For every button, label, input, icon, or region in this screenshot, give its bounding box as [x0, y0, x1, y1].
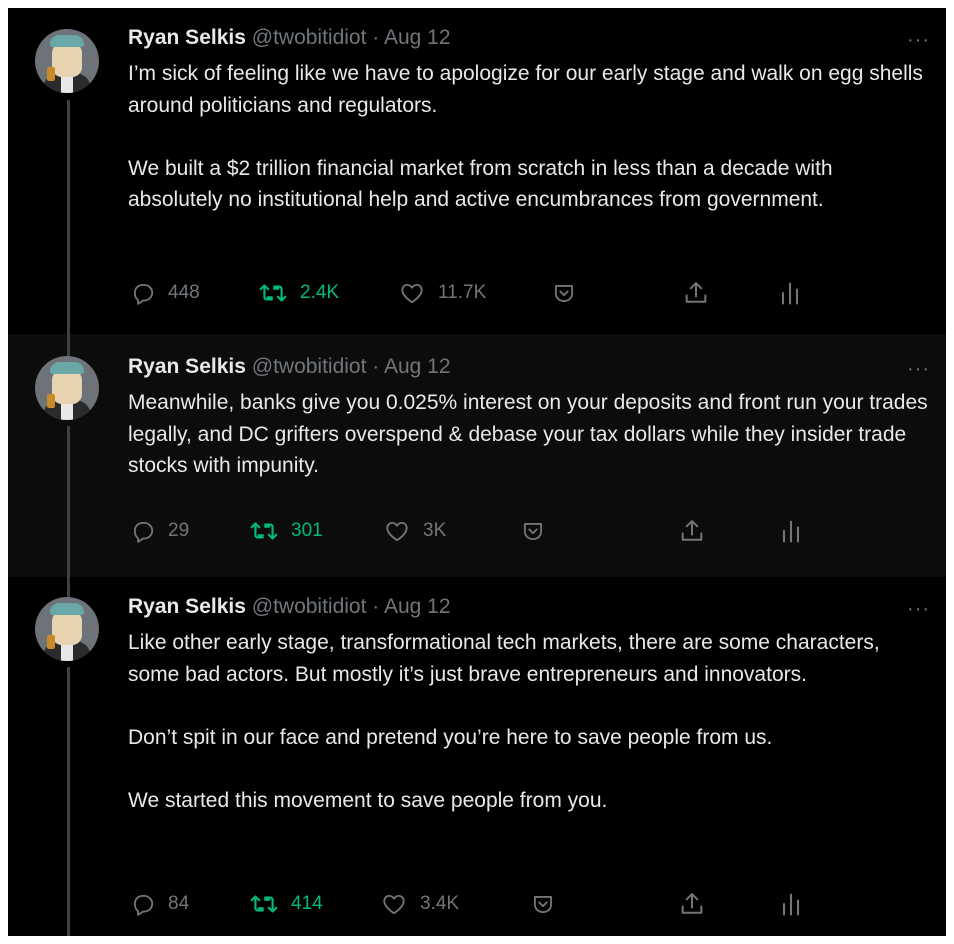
avatar[interactable] — [35, 597, 99, 661]
share-icon — [678, 890, 706, 918]
separator: · — [372, 26, 380, 49]
tweet-date[interactable]: Aug 12 — [384, 26, 451, 49]
thread-connector-line — [67, 334, 70, 356]
retweet-icon — [258, 280, 288, 306]
heart-icon — [380, 891, 408, 917]
tweet-paragraph: We started this movement to save people … — [128, 788, 608, 812]
separator: · — [372, 355, 380, 378]
analytics-icon — [778, 279, 802, 307]
share-button[interactable] — [678, 515, 706, 547]
analytics-button[interactable] — [778, 277, 802, 309]
reply-icon — [130, 280, 156, 306]
like-button[interactable]: 11.7K — [398, 277, 486, 309]
author-name[interactable]: Ryan Selkis — [128, 26, 246, 49]
retweet-count: 414 — [291, 893, 323, 914]
reply-button[interactable]: 448 — [130, 277, 200, 309]
reply-icon — [130, 891, 156, 917]
tweet-paragraph: Like other early stage, transformational… — [128, 631, 880, 686]
tip-button[interactable] — [551, 277, 577, 309]
tweet-1[interactable]: Ryan Selkis @twobitidiot · Aug 12 ··· I’… — [8, 8, 946, 334]
analytics-icon — [779, 890, 803, 918]
tweet-text: Meanwhile, banks give you 0.025% interes… — [128, 387, 928, 482]
author-handle[interactable]: @twobitidiot — [252, 26, 367, 49]
like-button[interactable]: 3.4K — [380, 888, 459, 920]
tweet-header: Ryan Selkis @twobitidiot · Aug 12 — [128, 24, 451, 52]
tip-icon — [520, 518, 546, 544]
more-options-button[interactable]: ··· — [907, 359, 930, 379]
action-bar: 448 2.4K 11.7K — [8, 277, 946, 309]
tweet-paragraph: Meanwhile, banks give you 0.025% interes… — [128, 391, 928, 477]
retweet-button[interactable]: 2.4K — [258, 277, 339, 309]
tweet-3[interactable]: Ryan Selkis @twobitidiot · Aug 12 ··· Li… — [8, 577, 946, 936]
share-icon — [682, 279, 710, 307]
separator: · — [372, 595, 380, 618]
tip-button[interactable] — [530, 888, 556, 920]
tweet-header: Ryan Selkis @twobitidiot · Aug 12 — [128, 593, 451, 621]
author-name[interactable]: Ryan Selkis — [128, 355, 246, 378]
retweet-button[interactable]: 301 — [249, 515, 323, 547]
author-name[interactable]: Ryan Selkis — [128, 595, 246, 618]
retweet-count: 301 — [291, 520, 323, 541]
reply-count: 84 — [168, 893, 190, 914]
heart-icon — [383, 518, 411, 544]
tweet-paragraph: We built a $2 trillion financial market … — [128, 156, 833, 212]
tip-icon — [530, 891, 556, 917]
reply-count: 448 — [168, 282, 200, 303]
like-count: 3K — [423, 520, 447, 541]
reply-button[interactable]: 84 — [130, 888, 189, 920]
thread-connector-line — [67, 426, 70, 577]
author-handle[interactable]: @twobitidiot — [252, 355, 367, 378]
tweet-2[interactable]: Ryan Selkis @twobitidiot · Aug 12 ··· Me… — [8, 334, 946, 577]
avatar[interactable] — [35, 356, 99, 420]
retweet-icon — [249, 518, 279, 544]
heart-icon — [398, 280, 426, 306]
like-count: 3.4K — [420, 893, 460, 914]
share-button[interactable] — [682, 277, 710, 309]
analytics-button[interactable] — [779, 515, 803, 547]
more-options-button[interactable]: ··· — [907, 30, 930, 50]
tweet-date[interactable]: Aug 12 — [384, 355, 451, 378]
retweet-count: 2.4K — [300, 282, 340, 303]
tip-icon — [551, 280, 577, 306]
tweet-date[interactable]: Aug 12 — [384, 595, 451, 618]
reply-count: 29 — [168, 520, 190, 541]
share-button[interactable] — [678, 888, 706, 920]
tweet-text: Like other early stage, transformational… — [128, 627, 928, 816]
action-bar: 84 414 3.4K — [8, 888, 946, 920]
retweet-icon — [249, 891, 279, 917]
author-handle[interactable]: @twobitidiot — [252, 595, 367, 618]
like-count: 11.7K — [438, 282, 487, 303]
reply-icon — [130, 518, 156, 544]
avatar[interactable] — [35, 29, 99, 93]
analytics-button[interactable] — [779, 888, 803, 920]
tweet-paragraph: Don’t spit in our face and pretend you’r… — [128, 725, 773, 749]
reply-button[interactable]: 29 — [130, 515, 189, 547]
tweet-header: Ryan Selkis @twobitidiot · Aug 12 — [128, 353, 451, 381]
tip-button[interactable] — [520, 515, 546, 547]
more-options-button[interactable]: ··· — [907, 599, 930, 619]
tweet-paragraph: I’m sick of feeling like we have to apol… — [128, 62, 923, 117]
thread-frame: Ryan Selkis @twobitidiot · Aug 12 ··· I’… — [8, 8, 946, 936]
thread-connector-line — [67, 577, 70, 597]
share-icon — [678, 517, 706, 545]
analytics-icon — [779, 517, 803, 545]
retweet-button[interactable]: 414 — [249, 888, 323, 920]
tweet-text: I’m sick of feeling like we have to apol… — [128, 58, 928, 216]
like-button[interactable]: 3K — [383, 515, 446, 547]
action-bar: 29 301 3K — [8, 515, 946, 547]
